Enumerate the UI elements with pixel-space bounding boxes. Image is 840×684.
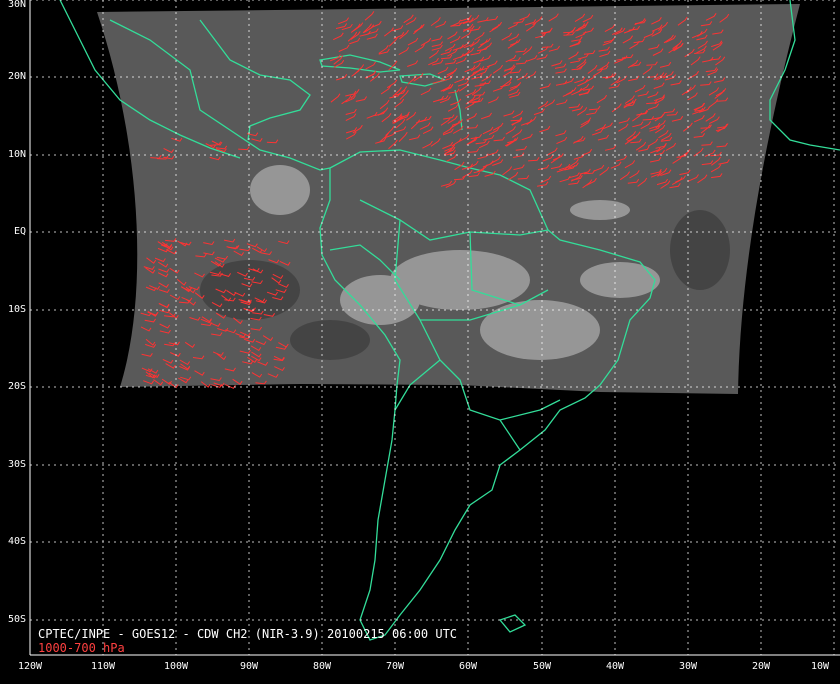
caption-pressure-level: 1000-700 hPa — [38, 641, 125, 655]
longitude-label: 60W — [458, 661, 478, 672]
longitude-label: 40W — [605, 661, 625, 672]
latitude-label: 20N — [7, 71, 26, 82]
latitude-label: 30N — [7, 0, 26, 10]
map-canvas — [0, 0, 840, 680]
longitude-label: 110W — [90, 661, 116, 672]
latitude-label: 50S — [7, 614, 26, 625]
longitude-label: 30W — [678, 661, 698, 672]
longitude-label: 80W — [312, 661, 332, 672]
longitude-label: 10W — [810, 661, 830, 672]
latitude-label: 40S — [7, 536, 26, 547]
latitude-label: EQ — [13, 226, 26, 237]
latitude-label: 10S — [7, 304, 26, 315]
longitude-label: 100W — [163, 661, 189, 672]
longitude-label: 50W — [532, 661, 552, 672]
longitude-label: 120W — [17, 661, 43, 672]
longitude-label: 20W — [751, 661, 771, 672]
latitude-label: 10N — [7, 149, 26, 160]
longitude-label: 70W — [385, 661, 405, 672]
latitude-label: 20S — [7, 381, 26, 392]
latitude-label: 30S — [7, 459, 26, 470]
map-frame: 30N 20N 10N EQ 10S 20S 30S 40S 50S 120W 110W 100W 9… — [0, 0, 840, 680]
longitude-label: 90W — [239, 661, 259, 672]
caption-title: CPTEC/INPE - GOES12 - CDW CH2 (NIR-3.9) … — [38, 627, 458, 641]
